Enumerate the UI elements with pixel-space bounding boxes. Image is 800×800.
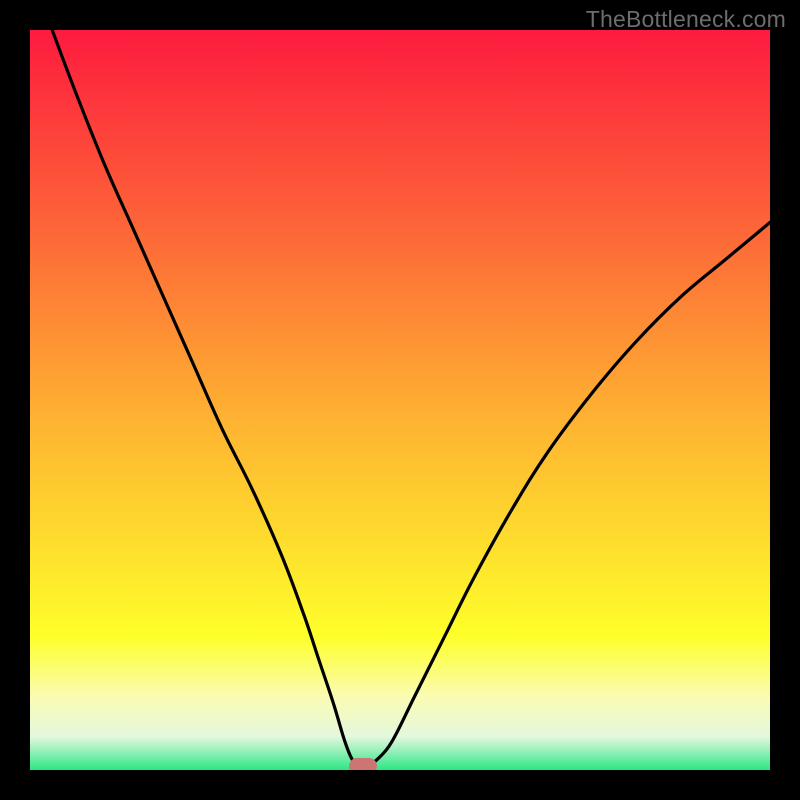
- watermark-text: TheBottleneck.com: [586, 6, 786, 33]
- chart-frame: TheBottleneck.com: [0, 0, 800, 800]
- plot-area: [30, 30, 770, 770]
- gradient-background: [30, 30, 770, 770]
- bottleneck-chart: [30, 30, 770, 770]
- optimum-marker: [349, 758, 377, 770]
